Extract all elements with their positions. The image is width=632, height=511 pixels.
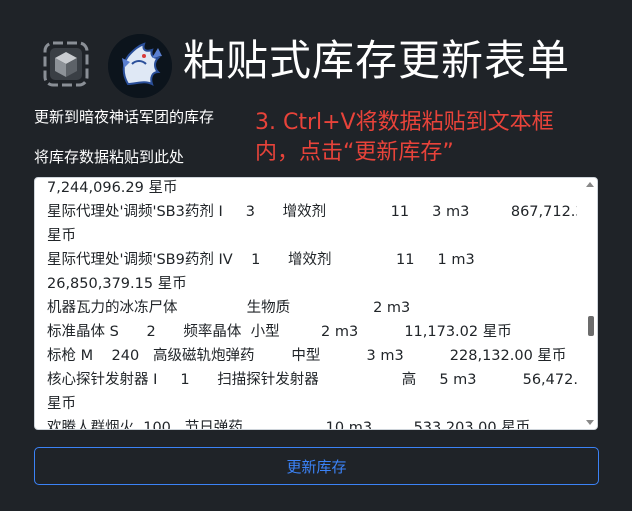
textarea-line: 星际代理处'调频'SB3药剂 I 3 增效剂 11 3 m3 867,712.3…	[47, 204, 577, 220]
avatar	[108, 34, 172, 98]
instruction-annotation: 3. Ctrl+V将数据粘贴到文本框内，点击“更新库存”	[255, 110, 554, 165]
textarea-line: 星币	[47, 228, 76, 244]
textarea-line: 星际代理处'调频'SB9药剂 IV 1 增效剂 11 1 m3	[47, 252, 475, 268]
textarea-line: 欢腾人群烟火 100 节日弹药 10 m3 533,203.00 星币	[47, 420, 531, 430]
form-subtitle: 更新到暗夜神话军团的库存	[34, 108, 215, 126]
scroll-down-arrow-icon[interactable]	[586, 420, 594, 425]
textarea-line: 标准晶体 S 2 频率晶体 小型 2 m3 11,173.02 星币	[47, 324, 512, 340]
textarea-line: 标枪 M 240 高级磁轨炮弹药 中型 3 m3 228,132.00 星币	[47, 348, 567, 364]
inventory-textarea[interactable]: 7,244,096.29 星币星际代理处'调频'SB3药剂 I 3 增效剂 11…	[34, 177, 598, 430]
textarea-label: 将库存数据粘贴到此处	[34, 148, 185, 166]
textarea-line: 核心探针发射器 I 1 扫描探针发射器 高 5 m3 56,472.70	[47, 372, 577, 388]
textarea-line: 26,850,379.15 星币	[47, 276, 187, 292]
cube-icon	[42, 40, 90, 88]
header: 粘贴式库存更新表单	[0, 0, 632, 100]
textarea-content[interactable]: 7,244,096.29 星币星际代理处'调频'SB3药剂 I 3 增效剂 11…	[47, 178, 577, 430]
dragon-emblem-icon	[108, 34, 172, 98]
textarea-scrollbar[interactable]	[583, 178, 597, 429]
update-inventory-button[interactable]: 更新库存	[34, 447, 599, 485]
scroll-thumb[interactable]	[588, 316, 594, 336]
textarea-line: 7,244,096.29 星币	[47, 180, 178, 196]
textarea-line: 机器瓦力的冰冻尸体 生物质 2 m3	[47, 300, 411, 316]
textarea-line: 星币	[47, 396, 76, 412]
page-title: 粘贴式库存更新表单	[183, 36, 571, 85]
scroll-up-arrow-icon[interactable]	[586, 182, 594, 187]
